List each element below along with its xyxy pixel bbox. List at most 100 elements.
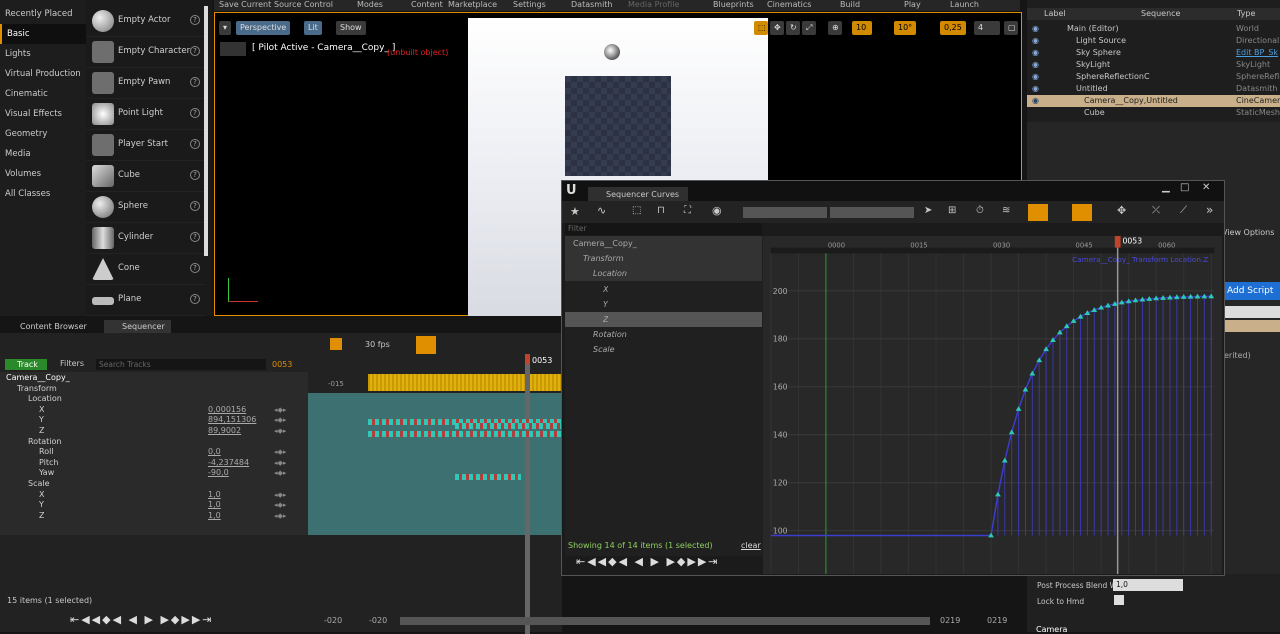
place-item[interactable]: Cube? bbox=[86, 161, 206, 192]
toolbar-marketplace[interactable]: Marketplace bbox=[448, 0, 497, 9]
toolbar-source-control[interactable]: Source Control bbox=[274, 0, 333, 9]
category-basic[interactable]: Basic bbox=[0, 24, 86, 44]
place-item[interactable]: Empty Character? bbox=[86, 37, 206, 68]
rotation-snap-value[interactable]: 10° bbox=[894, 21, 916, 35]
outliner-row[interactable]: ◉ Sky Sphere Edit BP_Sk bbox=[1027, 47, 1280, 59]
category-visual-effects[interactable]: Visual Effects bbox=[0, 104, 86, 124]
snap-time-icon[interactable] bbox=[1072, 204, 1092, 221]
outliner-row[interactable]: ◉ Light Source DirectionalL bbox=[1027, 35, 1280, 47]
place-item[interactable]: Cylinder? bbox=[86, 223, 206, 254]
toolbar-settings[interactable]: Settings bbox=[513, 0, 546, 9]
tab-sequencer[interactable]: Sequencer bbox=[104, 320, 171, 333]
select-mode-icon[interactable]: ⬚ bbox=[754, 21, 768, 35]
eye-icon[interactable]: ◉ bbox=[1032, 95, 1039, 107]
key-nav-icon[interactable]: ◂◆▸ bbox=[274, 405, 286, 416]
toolbar-media-profile[interactable]: Media Profile bbox=[628, 0, 679, 9]
snap-icon[interactable] bbox=[330, 338, 342, 350]
track-row[interactable]: Camera__Copy_ bbox=[0, 373, 308, 384]
col-label[interactable]: Label bbox=[1044, 9, 1066, 18]
fps-selector[interactable]: 30 fps bbox=[365, 340, 390, 349]
curve-tree-row[interactable]: Z bbox=[565, 312, 762, 327]
transport-controls[interactable]: ⇤◀◀◆◀ ◀ ▶ ▶◆▶▶⇥ bbox=[70, 613, 214, 626]
col-type[interactable]: Type bbox=[1237, 9, 1255, 18]
view-options-button[interactable]: View Options bbox=[1222, 228, 1274, 237]
eye-icon[interactable]: ◉ bbox=[1032, 47, 1039, 59]
place-item[interactable]: Sphere? bbox=[86, 192, 206, 223]
place-item[interactable]: Cone? bbox=[86, 254, 206, 285]
category-all-classes[interactable]: All Classes bbox=[0, 184, 86, 204]
eye-icon[interactable]: ◉ bbox=[1032, 59, 1039, 71]
snap-magnet-icon[interactable] bbox=[1028, 204, 1048, 221]
minimize-icon[interactable]: ▁ bbox=[1162, 182, 1170, 193]
help-icon[interactable]: ? bbox=[190, 46, 200, 56]
curves-filter-input[interactable]: Filter bbox=[565, 223, 762, 235]
value-input[interactable] bbox=[830, 207, 914, 218]
curve-tree-row[interactable]: Y bbox=[565, 297, 762, 312]
eye-icon[interactable]: ◉ bbox=[1032, 83, 1039, 95]
perspective-button[interactable]: Perspective bbox=[236, 21, 291, 35]
view-range-start[interactable]: -020 bbox=[324, 616, 342, 625]
fit-view-icon[interactable]: ⛶ bbox=[684, 205, 691, 216]
toolbar-blueprints[interactable]: Blueprints bbox=[713, 0, 754, 9]
current-frame-field[interactable]: 0053 bbox=[272, 360, 292, 369]
track-value[interactable]: 894,151306 bbox=[208, 415, 256, 426]
filters-button[interactable]: Filters bbox=[60, 359, 84, 368]
toolbar-launch[interactable]: Launch bbox=[950, 0, 979, 9]
select-tool-icon[interactable]: ⬚ bbox=[632, 205, 641, 216]
outliner-row[interactable]: ◉ Main (Editor) World bbox=[1027, 23, 1280, 35]
show-button[interactable]: Show bbox=[336, 21, 366, 35]
outliner-row[interactable]: ◉ Untitled Datasmith bbox=[1027, 83, 1280, 95]
place-item[interactable]: Empty Pawn? bbox=[86, 68, 206, 99]
track-value[interactable]: 0,0 bbox=[208, 447, 221, 458]
key-nav-icon[interactable]: ◂◆▸ bbox=[274, 511, 286, 522]
key-nav-icon[interactable]: ◂◆▸ bbox=[274, 415, 286, 426]
toolbar-build[interactable]: Build bbox=[840, 0, 860, 9]
track-value[interactable]: 1,0 bbox=[208, 500, 221, 511]
curve-editor-toggle-icon[interactable] bbox=[416, 336, 436, 354]
multi-curve-icon[interactable]: ≋ bbox=[1002, 205, 1010, 216]
curve-tree-row[interactable]: Location bbox=[565, 266, 762, 282]
category-geometry[interactable]: Geometry bbox=[0, 124, 86, 144]
curve-interp-icon[interactable]: ∿ bbox=[597, 204, 606, 217]
help-icon[interactable]: ? bbox=[190, 15, 200, 25]
lit-button[interactable]: Lit bbox=[304, 21, 322, 35]
category-cinematic[interactable]: Cinematic bbox=[0, 84, 86, 104]
keys-row-z[interactable] bbox=[368, 431, 562, 437]
outliner-row[interactable]: ◉ SphereReflectionC SphereRefle bbox=[1027, 71, 1280, 83]
component-row-selected[interactable] bbox=[1224, 320, 1280, 332]
view-range-end[interactable]: 0219 bbox=[987, 616, 1007, 625]
lock-to-hmd-checkbox[interactable] bbox=[1114, 595, 1124, 605]
help-icon[interactable]: ? bbox=[190, 170, 200, 180]
playback-range-end[interactable]: 0219 bbox=[940, 616, 960, 625]
toolbar-play[interactable]: Play bbox=[904, 0, 921, 9]
track-row[interactable]: Z 1,0 ◂◆▸ bbox=[0, 511, 308, 522]
maximize-viewport-icon[interactable]: ▢ bbox=[1004, 21, 1018, 35]
outliner-row[interactable]: Cube StaticMesh bbox=[1027, 107, 1280, 119]
add-key-icon[interactable]: ★ bbox=[570, 205, 580, 218]
track-row[interactable]: Roll 0,0 ◂◆▸ bbox=[0, 447, 308, 458]
add-script-button[interactable]: Add Script bbox=[1224, 282, 1280, 300]
eye-icon[interactable]: ◉ bbox=[1032, 23, 1039, 35]
add-track-button[interactable]: Track bbox=[5, 359, 47, 370]
track-row[interactable]: Transform bbox=[0, 384, 308, 395]
retime-icon[interactable]: ⏱ bbox=[976, 205, 984, 216]
track-value[interactable]: -4,237484 bbox=[208, 458, 249, 469]
key-nav-icon[interactable]: ◂◆▸ bbox=[274, 458, 286, 469]
camera-section-header[interactable]: Camera bbox=[1036, 625, 1067, 634]
outliner-row[interactable]: ◉ SkyLight SkyLight bbox=[1027, 59, 1280, 71]
track-row[interactable]: Z 89,9002 ◂◆▸ bbox=[0, 426, 308, 437]
camera-speed-value[interactable]: 4 bbox=[974, 21, 1000, 35]
timeline-tracks-area[interactable] bbox=[308, 372, 562, 535]
track-row[interactable]: X 0,000156 ◂◆▸ bbox=[0, 405, 308, 416]
scrollbar[interactable] bbox=[204, 6, 208, 256]
place-item[interactable]: Empty Actor? bbox=[86, 6, 206, 37]
toolbar-datasmith[interactable]: Datasmith bbox=[571, 0, 613, 9]
track-value[interactable]: 0,000156 bbox=[208, 405, 246, 416]
grid-snap-value[interactable]: 10 bbox=[852, 21, 872, 35]
track-value[interactable]: 89,9002 bbox=[208, 426, 241, 437]
track-row[interactable]: X 1,0 ◂◆▸ bbox=[0, 490, 308, 501]
cube-object[interactable] bbox=[565, 76, 671, 176]
magnet-icon[interactable]: ⊓ bbox=[657, 205, 665, 216]
window-titlebar[interactable]: U Sequencer Curves ▁ □ ✕ bbox=[562, 181, 1224, 201]
tangent-icon[interactable]: ⤫ bbox=[1152, 205, 1160, 216]
